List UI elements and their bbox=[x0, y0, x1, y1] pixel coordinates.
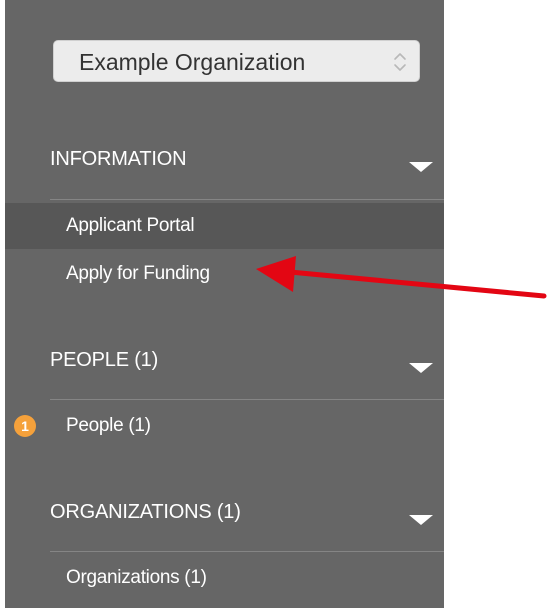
organization-select[interactable]: Example Organization bbox=[53, 40, 420, 82]
caret-down-icon bbox=[409, 162, 433, 172]
nav-item-organizations[interactable]: Organizations (1) bbox=[5, 555, 444, 601]
organization-select-value: Example Organization bbox=[79, 49, 306, 75]
nav-item-applicant-portal[interactable]: Applicant Portal bbox=[5, 203, 444, 249]
section-header-information[interactable]: INFORMATION bbox=[50, 148, 444, 196]
section-title-organizations: ORGANIZATIONS (1) bbox=[50, 501, 241, 523]
section-divider bbox=[50, 551, 444, 552]
caret-down-icon bbox=[409, 363, 433, 373]
nav-label: Organizations (1) bbox=[66, 567, 207, 588]
sidebar: Example Organization INFORMATION Applica… bbox=[5, 0, 444, 608]
screenshot-stage: Example Organization INFORMATION Applica… bbox=[0, 0, 550, 608]
section-title-people: PEOPLE (1) bbox=[50, 349, 159, 371]
nav-item-apply-for-funding[interactable]: Apply for Funding bbox=[5, 251, 444, 297]
notification-badge: 1 bbox=[14, 415, 36, 437]
nav-label: Apply for Funding bbox=[66, 263, 210, 284]
updown-chevrons-icon bbox=[394, 53, 406, 71]
nav-item-people[interactable]: 1 People (1) bbox=[5, 403, 444, 449]
nav-label: People (1) bbox=[66, 415, 151, 436]
section-header-people[interactable]: PEOPLE (1) bbox=[50, 349, 444, 397]
section-title-information: INFORMATION bbox=[50, 148, 187, 170]
caret-down-icon bbox=[409, 515, 433, 525]
section-header-organizations[interactable]: ORGANIZATIONS (1) bbox=[50, 501, 444, 549]
nav-label: Applicant Portal bbox=[66, 215, 195, 236]
section-divider bbox=[50, 399, 444, 400]
section-divider bbox=[50, 199, 444, 200]
